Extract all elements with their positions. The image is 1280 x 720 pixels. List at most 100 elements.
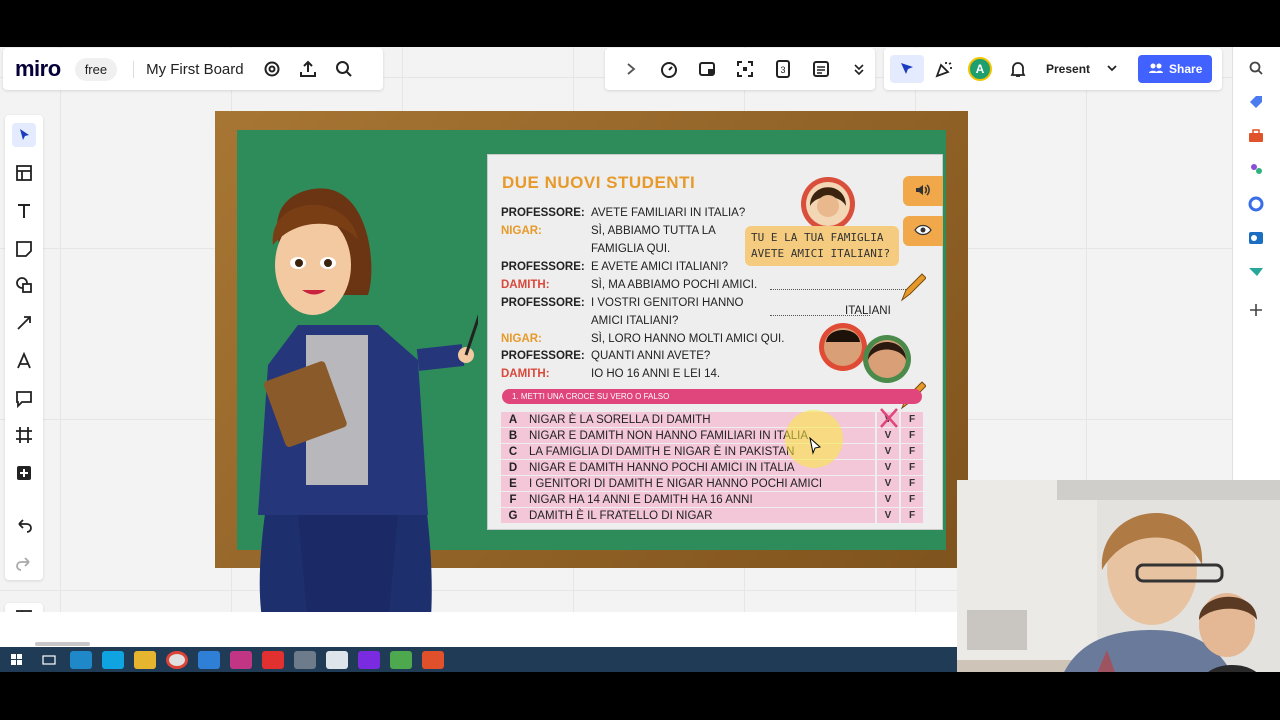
edge-browser-icon[interactable] [70,651,92,669]
false-box[interactable]: F [901,476,923,491]
cross-mark-icon [880,408,898,428]
dialogue-line: AMICI ITALIANI? [591,315,679,327]
pencil-icon [900,273,926,302]
instagram-icon[interactable] [230,651,252,669]
question-letter: G [508,509,518,522]
speaker-label: DAMITH: [501,368,550,380]
miro-logo[interactable]: miro [15,56,61,82]
skype-icon[interactable] [102,651,124,669]
file-explorer-icon[interactable] [134,651,156,669]
search-icon[interactable] [1245,57,1267,79]
true-box[interactable]: V [877,492,899,507]
speaker-label: PROFESSORE: [501,297,585,309]
question-letter: B [508,429,518,442]
true-box[interactable]: V [877,508,899,523]
flow-app-icon[interactable] [1245,261,1267,283]
bell-icon[interactable] [1004,55,1032,83]
outlook-app-icon[interactable] [1245,227,1267,249]
mouse-cursor-icon [809,437,822,455]
horizontal-scrollbar[interactable] [35,642,90,646]
true-box[interactable]: V [877,444,899,459]
text-tool-icon[interactable] [12,199,36,223]
cursor-filter-icon[interactable] [890,55,924,83]
chrome-icon[interactable] [166,651,188,669]
false-box[interactable]: F [901,492,923,507]
present-button[interactable]: Present [1046,62,1090,76]
upload-icon[interactable] [294,55,322,83]
card-icon[interactable] [693,55,721,83]
board-name[interactable]: My First Board [133,60,244,78]
people-app-icon[interactable] [1245,159,1267,181]
teacher-portrait [801,177,855,231]
dialogue-line: IO HO 16 ANNI E LEI 14. [591,368,721,380]
focus-icon[interactable] [731,55,759,83]
undo-icon[interactable] [12,513,36,537]
answer-suffix: ITALIANI [845,305,891,317]
question-letter: D [508,461,518,474]
board-header-panel: miro free My First Board [3,48,383,90]
line-tool-icon[interactable] [12,311,36,335]
bubble-line: AVETE AMICI ITALIANI? [751,247,891,260]
frame-tool-icon[interactable] [12,423,36,447]
templates-icon[interactable] [12,161,36,185]
task-view-icon[interactable] [38,651,60,669]
add-more-icon[interactable] [12,461,36,485]
countdown-icon[interactable]: 3 [769,55,797,83]
true-box[interactable]: V [877,476,899,491]
add-app-icon[interactable] [1245,299,1267,321]
camtasia-icon[interactable] [390,651,412,669]
share-button[interactable]: Share [1138,55,1213,83]
os-taskbar [0,647,957,673]
cycle-app-icon[interactable] [1245,193,1267,215]
false-box[interactable]: F [901,412,923,427]
question-row: G DAMITH È IL FRATELLO DI NIGAR [501,508,875,523]
view-tab[interactable] [903,216,943,246]
pen-tool-icon[interactable] [12,349,36,373]
svg-text:3: 3 [780,65,785,75]
speaker-label: NIGAR: [501,333,542,345]
question-letter: E [509,477,517,490]
timer-icon[interactable] [655,55,683,83]
shapes-icon[interactable] [12,273,36,297]
present-dropdown-icon[interactable] [1098,55,1126,83]
document-app-icon[interactable] [326,651,348,669]
sticky-note-icon[interactable] [12,237,36,261]
toolbox-app-icon[interactable] [1245,125,1267,147]
store-icon[interactable] [198,651,220,669]
true-box[interactable]: V [877,460,899,475]
question-letter: C [508,445,518,458]
audio-tab[interactable] [903,176,943,206]
windows-start-icon[interactable] [6,651,28,669]
question-row: E I GENITORI DI DAMITH E NIGAR HANNO POCH… [501,476,875,491]
chevron-right-icon[interactable] [617,55,645,83]
more-chevron-icon[interactable] [845,55,873,83]
redo-icon[interactable] [12,551,36,575]
presentation-panel: A Present Share [884,48,1222,90]
select-tool-icon[interactable] [12,123,36,147]
app-icon[interactable] [294,651,316,669]
notes-icon[interactable] [807,55,835,83]
question-bubble: TU E LA TUA FAMIGLIA AVETE AMICI ITALIAN… [745,226,899,266]
yandex-icon[interactable] [262,651,284,669]
plan-badge[interactable]: free [74,57,118,81]
tag-app-icon[interactable] [1245,91,1267,113]
true-box[interactable]: V [877,428,899,443]
media-app-icon[interactable] [358,651,380,669]
recorder-icon[interactable] [422,651,444,669]
question-text: NIGAR È LA SORELLA DI DAMITH [529,413,711,426]
question-row: F NIGAR HA 14 ANNI E DAMITH HA 16 ANNI [501,492,875,507]
settings-icon[interactable] [258,55,286,83]
worksheet-title: DUE NUOVI STUDENTI [502,173,696,192]
collab-tools-panel: 3 [605,48,875,90]
false-box[interactable]: F [901,460,923,475]
comment-icon[interactable] [12,387,36,411]
search-icon[interactable] [330,55,358,83]
false-box[interactable]: F [901,444,923,459]
girl-portrait [863,335,911,383]
false-box[interactable]: F [901,428,923,443]
celebrate-icon[interactable] [930,55,958,83]
false-box[interactable]: F [901,508,923,523]
speaker-label: PROFESSORE: [501,261,585,273]
user-avatar[interactable]: A [968,57,992,81]
dialogue-line: SÌ, LORO HANNO MOLTI AMICI QUI. [591,333,785,345]
